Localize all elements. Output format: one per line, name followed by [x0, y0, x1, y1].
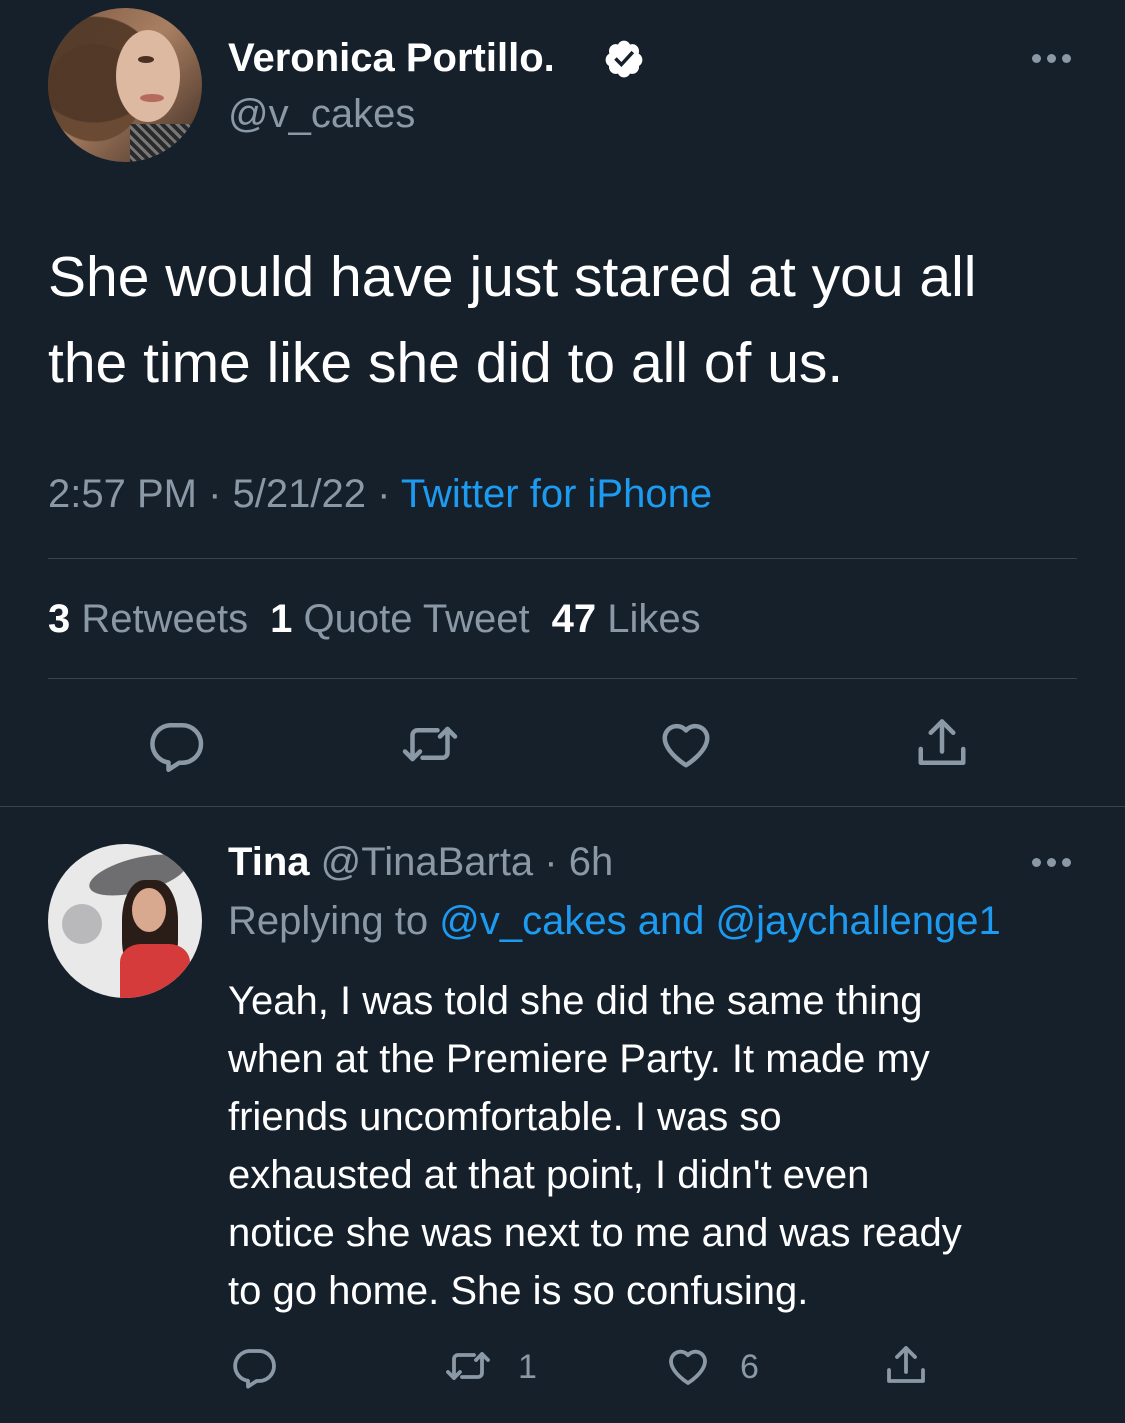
tweet-text: She would have just stared at you all th… — [48, 245, 977, 395]
tweet-source-link[interactable]: Twitter for iPhone — [401, 472, 712, 516]
reply-like-count: 6 — [740, 1348, 759, 1386]
quotes-stat[interactable]: 1 Quote Tweet — [270, 597, 529, 641]
replying-to: Replying to @v_cakes and @jaychallenge1 — [228, 899, 1001, 943]
meta-separator: · — [365, 472, 401, 516]
tweet-meta: 2:57 PM · 5/21/22 · Twitter for iPhone — [48, 472, 712, 517]
meta-separator: · — [196, 472, 233, 516]
tweet-date: 5/21/22 — [232, 472, 366, 516]
reply-header: Tina @TinaBarta · 6h — [228, 840, 613, 885]
reply-age: 6h — [568, 840, 614, 884]
reply-like-icon[interactable] — [664, 1342, 712, 1390]
reply-share-icon[interactable] — [882, 1342, 930, 1390]
display-name[interactable]: Veronica Portillo. — [228, 36, 555, 81]
divider — [48, 678, 1077, 679]
avatar[interactable] — [48, 8, 202, 162]
share-icon[interactable] — [912, 714, 972, 774]
reply-retweet-count: 1 — [518, 1348, 537, 1386]
reply-retweet-icon[interactable] — [444, 1342, 492, 1390]
tweet-stats: 3 Retweets 1 Quote Tweet 47 Likes — [48, 597, 701, 642]
more-options-icon[interactable] — [1030, 48, 1074, 68]
reply-icon[interactable] — [146, 714, 206, 774]
likes-stat[interactable]: 47 Likes — [552, 597, 701, 641]
replying-to-link[interactable]: @jaychallenge1 — [716, 899, 1001, 943]
tweet-time: 2:57 PM — [48, 472, 197, 516]
retweet-icon[interactable] — [400, 714, 460, 774]
reply-avatar[interactable] — [48, 844, 202, 998]
reply-more-options-icon[interactable] — [1030, 852, 1074, 872]
retweets-stat[interactable]: 3 Retweets — [48, 597, 248, 641]
reply-handle[interactable]: @TinaBarta — [321, 840, 534, 884]
meta-separator: · — [533, 840, 569, 884]
divider — [48, 558, 1077, 559]
replying-to-link[interactable]: @v_cakes — [439, 899, 626, 943]
section-divider — [0, 806, 1125, 807]
reply-text: Yeah, I was told she did the same thing … — [228, 979, 962, 1313]
verified-badge-icon — [605, 40, 643, 78]
handle[interactable]: @v_cakes — [228, 92, 415, 137]
reply-display-name[interactable]: Tina — [228, 840, 310, 884]
like-icon[interactable] — [656, 714, 716, 774]
reply-reply-icon[interactable] — [230, 1342, 278, 1390]
